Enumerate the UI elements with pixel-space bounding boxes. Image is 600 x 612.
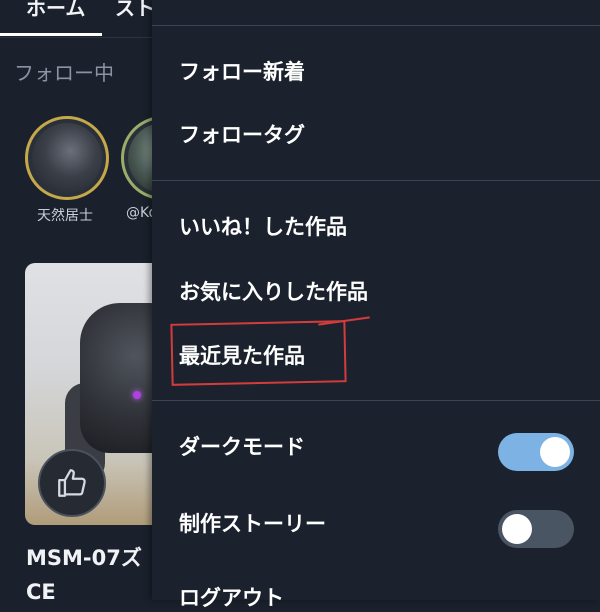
setting-label-production-story: 制作ストーリー <box>179 512 326 536</box>
menu-divider <box>152 25 600 26</box>
work-title-line2: CE <box>26 580 56 604</box>
menu-item-follow-new[interactable]: フォロー新着 <box>179 56 305 86</box>
menu-item-liked-works[interactable]: いいね！した作品 <box>179 211 347 241</box>
subtab-following[interactable]: フォロー中 <box>14 57 114 86</box>
menu-item-follow-tags[interactable]: フォロータグ <box>179 119 305 149</box>
work-title: MSM-07ズ <box>26 546 142 570</box>
menu-divider <box>152 180 600 181</box>
annotation-highlight-box <box>170 320 347 386</box>
thumbs-up-icon <box>58 469 86 497</box>
production-story-toggle[interactable] <box>498 510 574 548</box>
menu-item-logout[interactable]: ログアウト <box>179 582 284 612</box>
setting-label-dark-mode: ダークモード <box>179 435 305 459</box>
tab-home[interactable]: ホーム <box>26 0 85 21</box>
like-button[interactable] <box>38 449 106 517</box>
tab-story[interactable]: スト <box>115 0 155 21</box>
menu-divider <box>152 400 600 401</box>
side-menu: フォロー新着 フォロータグ いいね！した作品 お気に入りした作品 最近見た作品 … <box>152 0 600 610</box>
dark-mode-toggle[interactable] <box>498 433 574 471</box>
active-tab-indicator <box>0 33 102 36</box>
avatar[interactable] <box>25 116 109 200</box>
menu-item-favorite-works[interactable]: お気に入りした作品 <box>179 276 368 306</box>
avatar-name: 天然居士 <box>37 208 93 224</box>
